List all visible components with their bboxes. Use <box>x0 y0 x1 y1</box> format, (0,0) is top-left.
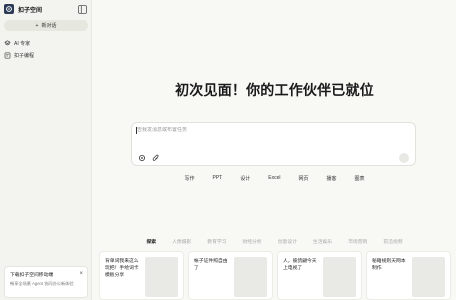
quick-action-writing[interactable]: 写作 <box>175 175 203 182</box>
main-area: 初次见面！你的工作伙伴已就位 写作 PPT 设计 Excel 网页 播客 图表 … <box>93 0 456 300</box>
showcase-card[interactable]: 背单词我来这么玩把！手绘词卡模板分享 <box>99 251 184 300</box>
tab-video[interactable]: 前沿视频 <box>375 238 410 245</box>
tab-education[interactable]: 教育学习 <box>199 238 234 245</box>
brand[interactable]: 扣子空间 <box>4 4 42 14</box>
card-title: 背单词我来这么玩把！手绘词卡模板分享 <box>105 259 139 278</box>
tab-lifestyle[interactable]: 生活娱乐 <box>305 238 340 245</box>
logo-icon <box>4 4 14 14</box>
tab-portrait[interactable]: 人像摄影 <box>164 238 199 245</box>
promo-title: 下载扣子空间移动端 <box>10 273 54 278</box>
showcase-card[interactable]: 秘籍规则天网本制作 <box>366 251 451 300</box>
showcase-cards: 背单词我来这么玩把！手绘词卡模板分享 帐子证件照自由了 人，彼鸽翩今天上电视了 … <box>99 251 451 300</box>
tab-creative[interactable]: 创意设计 <box>270 238 305 245</box>
showcase-card[interactable]: 帐子证件照自由了 <box>188 251 273 300</box>
tab-marketing[interactable]: 市场营销 <box>340 238 375 245</box>
quick-action-chart[interactable]: 图表 <box>346 175 374 182</box>
sidebar-item-ai-expert[interactable]: AI 专家 <box>4 38 88 48</box>
expert-icon <box>4 39 11 45</box>
card-title: 帐子证件照自由了 <box>194 259 228 271</box>
sidebar-item-label: AI 专家 <box>14 40 31 47</box>
card-thumbnail <box>412 257 445 297</box>
category-tabs: 探索 人像摄影 教育学习 财经分析 创意设计 生活娱乐 市场营销 前沿视频 <box>93 238 456 245</box>
sidebar-item-label: 扣子编程 <box>14 52 35 59</box>
quick-actions: 写作 PPT 设计 Excel 网页 播客 图表 <box>93 175 456 182</box>
plus-icon: + <box>35 22 39 29</box>
card-title: 人，彼鸽翩今天上电视了 <box>283 259 317 271</box>
quick-action-webpage[interactable]: 网页 <box>289 175 317 182</box>
tab-explore[interactable]: 探索 <box>138 238 164 245</box>
quick-action-podcast[interactable]: 播客 <box>317 175 345 182</box>
chat-composer[interactable] <box>131 122 416 166</box>
page-title: 初次见面！你的工作伙伴已就位 <box>175 82 374 98</box>
close-icon[interactable]: × <box>79 271 83 277</box>
sidebar: 扣子空间 + 新对话 AI 专家 扣子编程 下载扣子空间移动端 畅享全场景 Ag… <box>0 0 92 300</box>
tab-finance[interactable]: 财经分析 <box>235 238 270 245</box>
promo-subtitle: 畅享全场景 Agent 协同办公新体验 <box>10 281 74 286</box>
card-thumbnail <box>323 257 356 297</box>
sidebar-item-coze-code[interactable]: 扣子编程 <box>4 50 88 60</box>
sidebar-toggle-icon[interactable] <box>78 5 87 14</box>
new-chat-label: 新对话 <box>41 23 57 29</box>
attachment-icon[interactable] <box>152 154 160 162</box>
card-title: 秘籍规则天网本制作 <box>372 259 406 271</box>
brand-name: 扣子空间 <box>18 7 43 14</box>
code-icon <box>4 51 11 59</box>
send-button[interactable] <box>399 153 409 163</box>
card-thumbnail <box>234 257 267 297</box>
mobile-app-promo[interactable]: 下载扣子空间移动端 畅享全场景 Agent 协同办公新体验 × <box>4 266 88 298</box>
agent-settings-icon[interactable] <box>138 154 146 162</box>
quick-action-excel[interactable]: Excel <box>259 175 289 182</box>
showcase-card[interactable]: 人，彼鸽翩今天上电视了 <box>277 251 362 300</box>
chat-input[interactable] <box>137 127 397 133</box>
new-chat-button[interactable]: + 新对话 <box>4 20 88 31</box>
quick-action-ppt[interactable]: PPT <box>203 175 231 182</box>
card-thumbnail <box>145 257 178 297</box>
quick-action-design[interactable]: 设计 <box>231 175 259 182</box>
